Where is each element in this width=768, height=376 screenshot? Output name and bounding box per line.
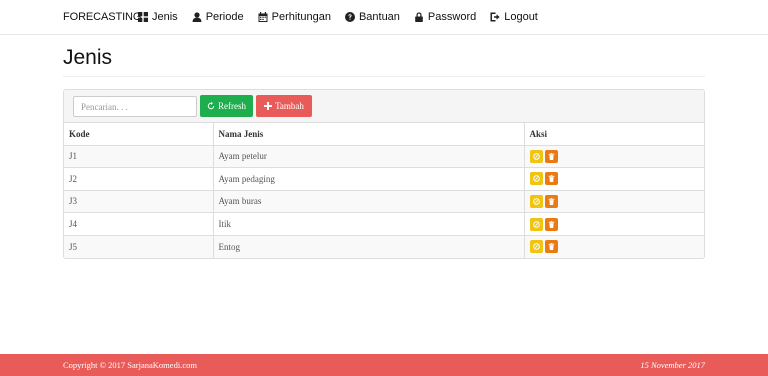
nav-item-password[interactable]: Password [414,11,476,23]
column-header-nama[interactable]: Nama Jenis [212,123,524,146]
search-input[interactable] [73,96,197,117]
cell-nama: Ayam buras [212,190,524,214]
navbar: FORECASTING Jenis Periode Perhitungan Ba… [0,0,768,35]
table-row: J3 Ayam buras [64,190,704,214]
question-icon [344,12,355,22]
refresh-button[interactable]: Refresh [200,95,253,117]
column-header-aksi: Aksi [523,123,704,146]
edit-icon [532,198,540,205]
delete-button[interactable] [544,172,558,186]
cell-kode: J3 [64,190,213,214]
add-label: Tambah [275,101,304,111]
table-row: J5 Entog [64,235,704,258]
nav-item-label: Perhitungan [271,11,331,23]
cell-kode: J5 [64,235,213,258]
cell-kode: J2 [64,167,213,191]
cell-aksi [523,190,704,214]
trash-icon [548,197,554,205]
nav-item-label: Logout [504,11,538,23]
cell-kode: J1 [64,145,213,169]
column-header-kode[interactable]: Kode [64,123,213,146]
edit-button[interactable] [529,172,543,186]
cell-aksi [523,212,704,236]
nav-item-logout[interactable]: Logout [490,11,538,23]
cell-aksi [523,235,704,258]
edit-icon [532,220,540,228]
table-row: J2 Ayam pedaging [64,167,704,191]
edit-button[interactable] [529,217,543,231]
trash-icon [548,175,554,183]
nav-item-label: Jenis [152,11,178,23]
jenis-table: Kode Nama Jenis Aksi J1 Ayam petelur J2 … [64,123,704,258]
refresh-icon [207,102,215,110]
brand[interactable]: FORECASTING [63,11,141,23]
grid-icon [138,12,148,22]
delete-button[interactable] [544,194,558,208]
cell-nama: Ayam petelur [212,145,524,169]
edit-button[interactable] [529,240,543,254]
calendar-icon [258,12,268,22]
nav-item-label: Password [427,11,477,23]
panel-toolbar: Refresh Tambah [64,90,704,123]
delete-button[interactable] [544,217,558,231]
cell-nama: Itik [212,212,524,236]
user-icon [192,12,202,22]
plus-icon [264,102,273,110]
edit-button[interactable] [529,149,543,163]
delete-button[interactable] [544,240,558,254]
nav-item-label: Bantuan [358,11,400,23]
add-button[interactable]: Tambah [256,95,312,117]
title-divider [63,76,705,77]
cell-aksi [523,167,704,191]
cell-nama: Entog [212,235,524,258]
page-title: Jenis [63,46,113,69]
table-row: J1 Ayam petelur [64,145,704,169]
table-header-row: Kode Nama Jenis Aksi [64,123,704,146]
edit-icon [532,153,540,160]
copyright-text: Copyright © 2017 SarjanaKomedi.com [63,360,197,370]
nav-item-bantuan[interactable]: Bantuan [344,11,400,23]
nav-item-jenis[interactable]: Jenis [138,11,178,23]
logout-icon [490,12,500,22]
delete-button[interactable] [544,149,558,163]
cell-aksi [523,145,704,169]
nav-item-periode[interactable]: Periode [192,11,244,23]
trash-icon [548,220,554,228]
footer: Copyright © 2017 SarjanaKomedi.com 15 No… [0,354,768,376]
edit-icon [532,175,540,183]
edit-button[interactable] [529,194,543,208]
trash-icon [548,243,554,251]
trash-icon [548,152,554,160]
cell-nama: Ayam pedaging [212,167,524,191]
nav-menu: Jenis Periode Perhitungan Bantuan Passwo… [138,11,552,23]
data-panel: Refresh Tambah Kode Nama Jenis Aksi J1 A… [63,89,705,259]
nav-item-perhitungan[interactable]: Perhitungan [258,11,331,23]
cell-kode: J4 [64,212,213,236]
table-row: J4 Itik [64,212,704,236]
refresh-label: Refresh [218,101,246,111]
lock-icon [415,12,423,22]
nav-item-label: Periode [205,11,244,23]
edit-icon [532,243,540,251]
footer-date: 15 November 2017 [640,360,705,370]
